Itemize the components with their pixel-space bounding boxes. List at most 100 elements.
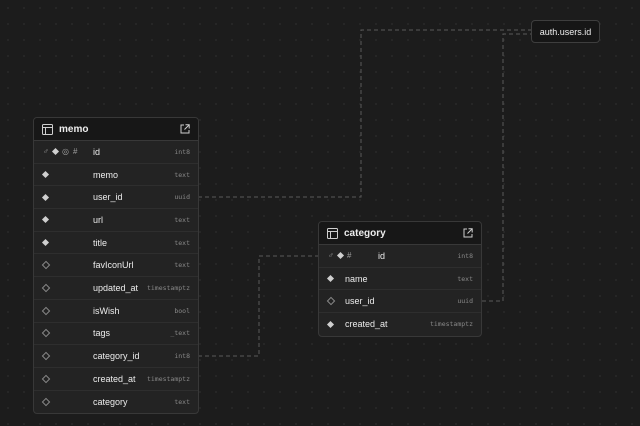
column-type: text bbox=[174, 215, 190, 224]
nullable-icon bbox=[326, 296, 336, 306]
primary-key-icon: ♂ bbox=[43, 146, 49, 156]
column-name: id bbox=[378, 250, 386, 261]
column-name: created_at bbox=[345, 319, 388, 330]
column-name: favIconUrl bbox=[93, 260, 134, 271]
column-row[interactable]: tags _text bbox=[34, 323, 198, 346]
column-row[interactable]: user_id uuid bbox=[319, 290, 481, 314]
table-header: memo bbox=[34, 118, 198, 141]
table-title: category bbox=[344, 227, 386, 239]
nullable-icon bbox=[41, 306, 51, 315]
column-markers bbox=[41, 397, 93, 407]
column-type: text bbox=[174, 238, 190, 247]
table-header: category bbox=[319, 222, 481, 245]
column-markers bbox=[41, 193, 93, 201]
column-row[interactable]: url text bbox=[34, 209, 198, 232]
non-nullable-icon bbox=[51, 148, 60, 156]
column-type: text bbox=[457, 274, 473, 283]
column-markers bbox=[41, 374, 93, 383]
column-row[interactable]: isWish bool bbox=[34, 300, 198, 323]
non-nullable-icon bbox=[41, 239, 50, 247]
column-name: id bbox=[93, 146, 101, 157]
column-type: timestamptz bbox=[429, 320, 473, 329]
column-markers: ♂ # bbox=[328, 250, 378, 260]
nullable-icon bbox=[41, 329, 51, 338]
table-category[interactable]: category ♂ # id int8 name text user_id uuid crea… bbox=[318, 221, 482, 337]
non-nullable-icon bbox=[41, 216, 50, 224]
column-row[interactable]: ♂ # id int8 bbox=[319, 245, 481, 268]
identity-icon: ◎ bbox=[62, 146, 69, 156]
column-name: created_at bbox=[93, 373, 136, 384]
edge-memo-user-id-to-auth-users bbox=[198, 29, 531, 198]
column-row[interactable]: ♂ ◎ # id int8 bbox=[34, 141, 198, 164]
external-link-icon[interactable] bbox=[180, 124, 190, 134]
column-list: ♂ ◎ # id int8 memo text user_id uuid url text title… bbox=[34, 141, 198, 413]
non-nullable-icon bbox=[326, 274, 335, 283]
non-nullable-icon bbox=[326, 320, 335, 328]
column-markers bbox=[41, 239, 93, 247]
column-type: uuid bbox=[174, 193, 190, 202]
column-name: url bbox=[93, 214, 104, 225]
column-list: ♂ # id int8 name text user_id uuid created_at tim… bbox=[319, 245, 481, 336]
column-type: int8 bbox=[457, 251, 473, 260]
edge-memo-category-id-to-category-id bbox=[198, 255, 318, 357]
column-row[interactable]: user_id uuid bbox=[34, 186, 198, 210]
non-nullable-icon bbox=[41, 193, 50, 201]
column-type: text bbox=[174, 170, 190, 179]
non-nullable-icon bbox=[336, 252, 345, 260]
column-name: updated_at bbox=[93, 282, 139, 293]
column-row[interactable]: created_at timestamptz bbox=[34, 368, 198, 391]
column-name: name bbox=[345, 273, 368, 284]
column-name: category bbox=[93, 396, 128, 407]
column-markers bbox=[41, 329, 93, 338]
column-name: category_id bbox=[93, 351, 140, 362]
unique-icon: # bbox=[347, 250, 352, 260]
column-type: text bbox=[174, 397, 190, 406]
column-markers bbox=[326, 274, 345, 283]
column-row[interactable]: category text bbox=[34, 391, 198, 414]
column-markers bbox=[41, 306, 93, 315]
table-icon bbox=[42, 123, 53, 135]
column-type: text bbox=[174, 261, 190, 270]
column-row[interactable]: memo text bbox=[34, 164, 198, 187]
edge-category-user-id-to-auth-users bbox=[482, 33, 531, 302]
non-nullable-icon bbox=[41, 170, 50, 179]
column-markers bbox=[41, 216, 93, 224]
ref-node-label: auth.users.id bbox=[539, 26, 592, 37]
column-type: bool bbox=[174, 306, 190, 315]
ref-node-auth-users-id[interactable]: auth.users.id bbox=[531, 20, 600, 43]
column-type: _text bbox=[170, 329, 190, 338]
table-icon bbox=[327, 227, 338, 239]
external-link-icon[interactable] bbox=[463, 228, 473, 238]
column-name: tags bbox=[93, 328, 111, 339]
nullable-icon bbox=[41, 261, 51, 270]
column-markers bbox=[41, 283, 93, 293]
column-markers bbox=[41, 170, 93, 179]
column-type: timestamptz bbox=[146, 374, 190, 383]
column-row[interactable]: category_id int8 bbox=[34, 345, 198, 368]
column-markers bbox=[326, 296, 345, 306]
column-type: int8 bbox=[174, 147, 190, 156]
nullable-icon bbox=[41, 374, 51, 383]
nullable-icon bbox=[41, 283, 51, 293]
column-markers bbox=[41, 351, 93, 361]
table-title: memo bbox=[59, 123, 89, 135]
column-row[interactable]: name text bbox=[319, 268, 481, 291]
column-row[interactable]: updated_at timestamptz bbox=[34, 277, 198, 300]
column-markers bbox=[326, 320, 345, 328]
primary-key-icon: ♂ bbox=[328, 250, 334, 260]
table-memo[interactable]: memo ♂ ◎ # id int8 memo text user_id uuid url text… bbox=[33, 117, 199, 415]
column-row[interactable]: favIconUrl text bbox=[34, 254, 198, 278]
column-name: user_id bbox=[93, 192, 123, 203]
column-name: title bbox=[93, 237, 108, 248]
nullable-icon bbox=[41, 351, 51, 361]
column-type: uuid bbox=[457, 297, 473, 306]
column-type: int8 bbox=[174, 352, 190, 361]
column-row[interactable]: title text bbox=[34, 232, 198, 255]
nullable-icon bbox=[41, 397, 51, 407]
column-name: user_id bbox=[345, 296, 375, 307]
column-markers: ♂ ◎ # bbox=[43, 146, 93, 156]
column-type: timestamptz bbox=[146, 283, 190, 292]
column-row[interactable]: created_at timestamptz bbox=[319, 313, 481, 336]
column-name: isWish bbox=[93, 305, 120, 316]
column-name: memo bbox=[93, 169, 119, 180]
